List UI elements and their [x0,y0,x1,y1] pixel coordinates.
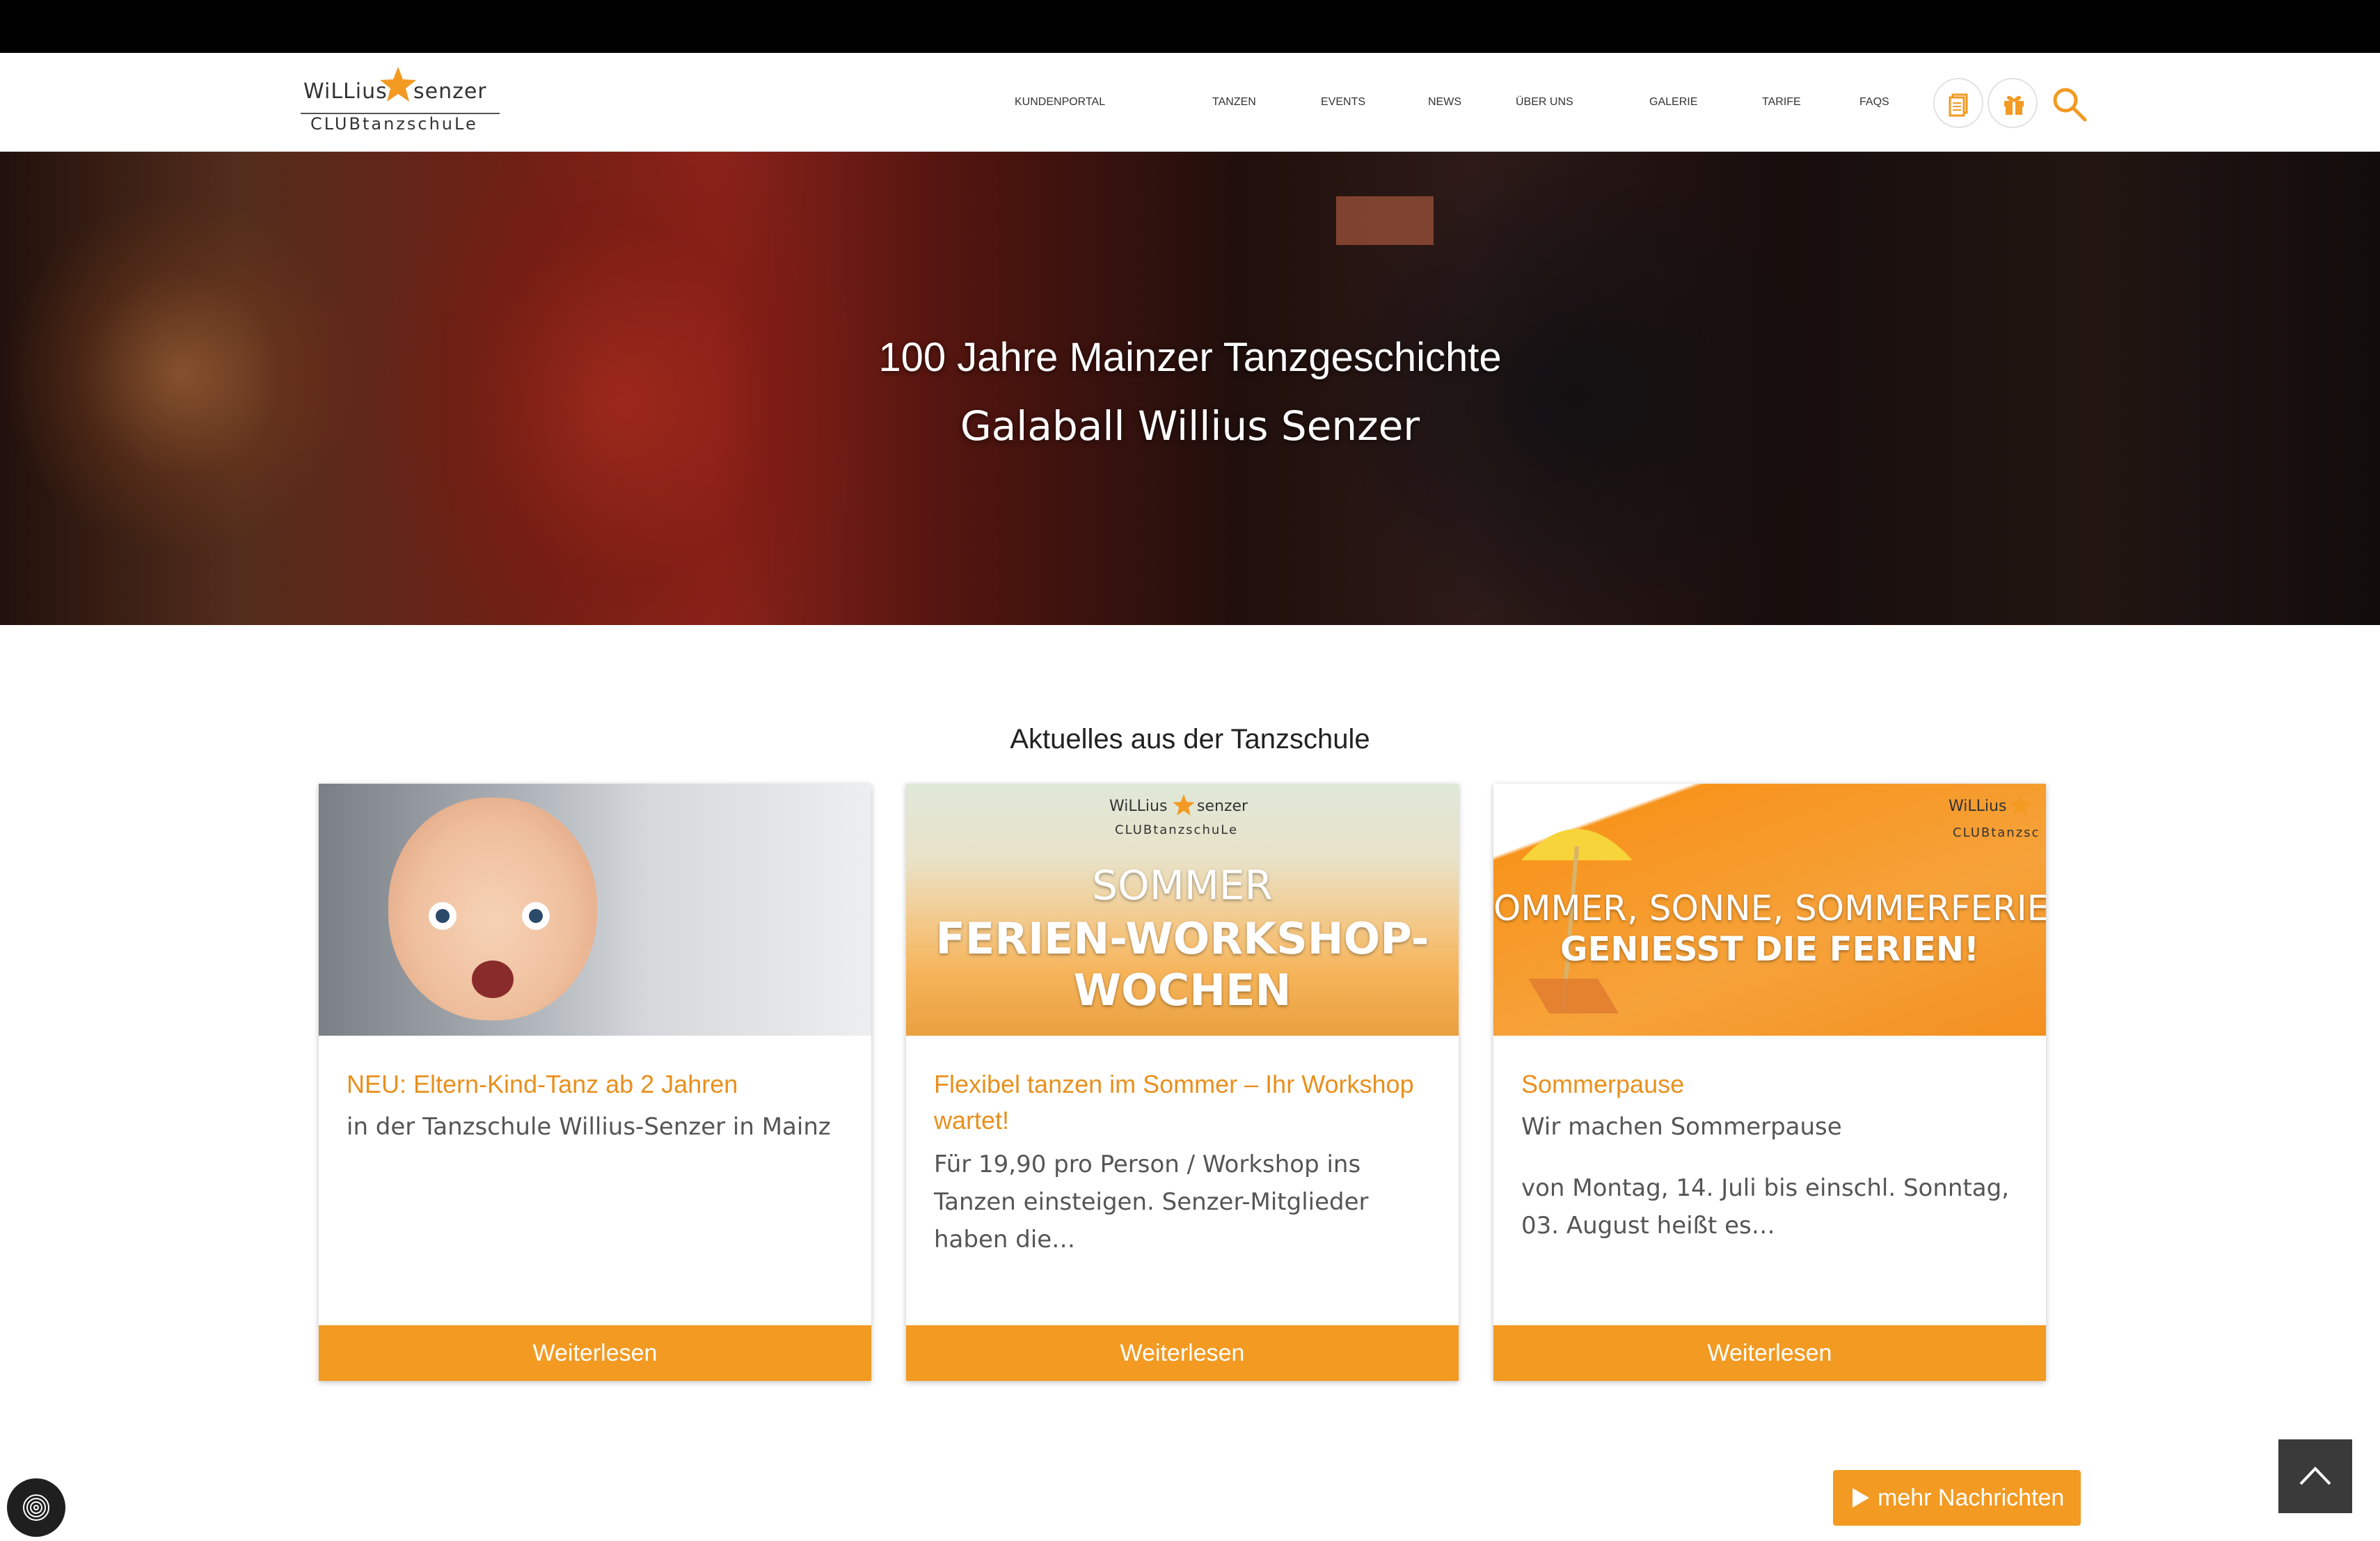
nav-kundenportal[interactable]: KUNDENPORTAL [1015,53,1105,152]
nav-tarife[interactable]: TARIFE [1762,53,1801,152]
logo-text-clubtanzschule: CLUBtanzschuLe [310,114,478,134]
read-more-button[interactable]: Weiterlesen [906,1325,1459,1381]
banner-star-icon [1173,794,1195,816]
banner-line-workshop: FERIEN-WORKSHOP- [935,913,1429,964]
news-card: WiLLius CLUBtanzsc OMMER, SONNE, SOMMERF… [1493,784,2046,1381]
baby-face [388,798,597,1020]
card-image-baby[interactable] [319,784,871,1036]
site-header: WiLLius senzer CLUBtanzschuLe KUNDENPORT… [0,53,2380,152]
chevron-up-icon [2299,1467,2331,1485]
banner-logo-willius: WiLLius [1109,798,1168,815]
card-excerpt: in der Tanzschule Willius-Senzer in Main… [347,1113,831,1141]
card-image-sommerpause[interactable]: WiLLius CLUBtanzsc OMMER, SONNE, SOMMERF… [1493,784,2046,1036]
play-arrow-icon [1853,1488,1869,1508]
gift-icon [2004,95,2024,115]
hero-banner: 100 Jahre Mainzer Tanzgeschichte Galabal… [0,152,2380,625]
news-card: NEU: Eltern-Kind-Tanz ab 2 Jahren in der… [319,784,871,1381]
privacy-settings-button[interactable] [7,1478,65,1537]
nav-news[interactable]: NEWS [1428,53,1461,152]
hero-subtitle: Galaball Willius Senzer [960,402,1420,450]
nav-events[interactable]: EVENTS [1321,53,1365,152]
banner-line-wochen: WOCHEN [1073,965,1292,1016]
more-news-button[interactable]: mehr Nachrichten [1833,1470,2081,1526]
nav-galerie[interactable]: GALERIE [1649,53,1697,152]
baby-eye-left [429,902,457,930]
banner-line-geniesst: GENIESST DIE FERIEN! [1560,930,1979,969]
card-title[interactable]: NEU: Eltern-Kind-Tanz ab 2 Jahren [347,1066,848,1103]
logo-text-willius: WiLLius [303,79,388,104]
gift-button[interactable] [1988,78,2038,128]
hero-overlay [0,152,2380,625]
banner-line-sommer: OMMER, SONNE, SOMMERFERIEN [1493,888,2046,928]
read-more-button[interactable]: Weiterlesen [319,1325,871,1381]
baby-eye-right [522,902,550,930]
card-excerpt: Für 19,90 pro Person / Workshop ins Tanz… [934,1151,1369,1254]
logo-text-senzer: senzer [413,79,487,104]
card-excerpt: Wir machen Sommerpause [1521,1113,1842,1141]
banner-logo-willius: WiLLius [1949,798,2007,815]
nav-ueber-uns[interactable]: ÜBER UNS [1516,53,1573,152]
news-heading: Aktuelles aus der Tanzschule [1010,724,1370,754]
nav-faqs[interactable]: FAQS [1859,53,1889,152]
news-card: WiLLius senzer CLUBtanzschuLe SOMMER FER… [906,784,1459,1381]
document-button[interactable] [1933,78,1983,128]
site-logo[interactable]: WiLLius senzer CLUBtanzschuLe [301,67,500,138]
banner-logo-senzer: senzer [1197,798,1248,815]
card-image-sommer-workshop[interactable]: WiLLius senzer CLUBtanzschuLe SOMMER FER… [906,784,1459,1036]
banner-line-sommer: SOMMER [1092,862,1273,909]
nav-tanzen[interactable]: TANZEN [1212,53,1256,152]
hero-title: 100 Jahre Mainzer Tanzgeschichte [878,335,1502,380]
baby-mouth [472,961,514,998]
read-more-button[interactable]: Weiterlesen [1493,1325,2046,1381]
search-icon[interactable] [2050,85,2089,124]
top-black-bar [0,0,2380,53]
logo-star-icon [380,67,416,102]
banner-logo-club: CLUBtanzsc [1953,825,2040,840]
card-title[interactable]: Sommerpause [1521,1066,2022,1103]
scroll-to-top-button[interactable] [2278,1439,2352,1513]
fingerprint-icon [23,1494,49,1521]
more-news-label: mehr Nachrichten [1878,1485,2065,1511]
document-icon [1949,93,1968,117]
banner-logo-club: CLUBtanzschuLe [1115,823,1239,837]
banner-star-icon [2009,794,2031,816]
card-title[interactable]: Flexibel tanzen im Sommer – Ihr Workshop… [934,1066,1435,1139]
card-excerpt-2: von Montag, 14. Juli bis einschl. Sonnta… [1521,1174,2010,1240]
